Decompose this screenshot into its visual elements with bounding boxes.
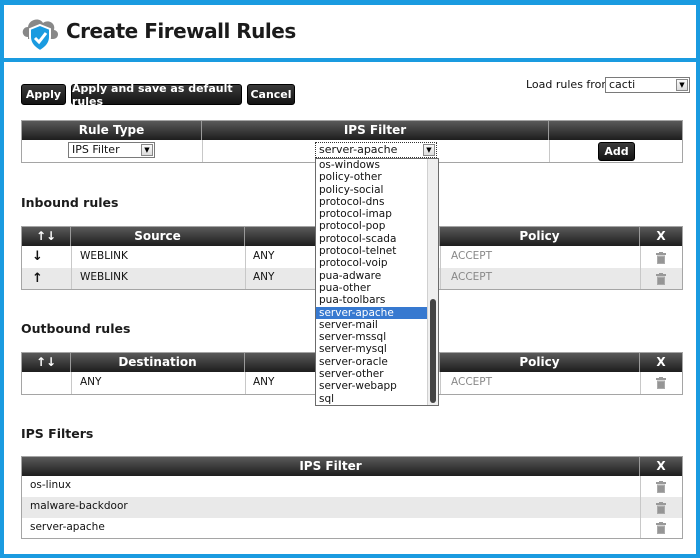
- row-filter: os-linux: [30, 479, 72, 491]
- apply-default-button[interactable]: Apply and save as default rules: [71, 82, 242, 108]
- rule-type-value: IPS Filter: [72, 143, 120, 156]
- ips-filter-dropdown-list[interactable]: os-windows policy-other policy-social proto…: [315, 158, 439, 406]
- ips-filters-header: IPS Filter X: [22, 457, 682, 476]
- row-filter: malware-backdoor: [30, 500, 128, 512]
- col-delete: X: [656, 229, 666, 243]
- row-source: WEBLINK: [80, 271, 128, 283]
- row-source: ANY: [253, 376, 275, 388]
- row-destination: ANY: [253, 271, 275, 283]
- trash-icon[interactable]: [656, 522, 666, 534]
- dropdown-options: os-windows policy-other policy-social proto…: [316, 159, 438, 405]
- dropdown-option[interactable]: protocol-pop: [316, 220, 438, 232]
- row-destination: ANY: [80, 376, 102, 388]
- dropdown-option[interactable]: server-mssql: [316, 331, 438, 343]
- col-ips-filter: IPS Filter: [22, 457, 640, 476]
- col-rule-type: Rule Type: [22, 121, 202, 140]
- trash-icon[interactable]: [656, 502, 666, 514]
- chevron-down-icon: ▼: [141, 144, 153, 156]
- dropdown-option[interactable]: pua-toolbars: [316, 294, 438, 306]
- row-source: WEBLINK: [80, 250, 128, 262]
- chevron-down-icon: ▼: [676, 79, 688, 91]
- chevron-down-icon: ▼: [423, 144, 435, 156]
- col-ips-filter: IPS Filter: [202, 121, 549, 140]
- dropdown-option[interactable]: sql: [316, 393, 438, 405]
- move-arrows-icon: ↑↓: [22, 227, 71, 246]
- dropdown-option[interactable]: protocol-imap: [316, 208, 438, 220]
- ips-filters-title: IPS Filters: [21, 426, 94, 441]
- rule-builder-header: Rule Type IPS Filter: [22, 121, 682, 140]
- col-delete: X: [656, 459, 666, 473]
- dropdown-option[interactable]: server-other: [316, 368, 438, 380]
- page-title: Create Firewall Rules: [66, 19, 296, 43]
- trash-icon[interactable]: [656, 377, 666, 389]
- table-row[interactable]: os-linux: [22, 476, 682, 497]
- load-rules-label: Load rules from:: [526, 78, 616, 91]
- cancel-button[interactable]: Cancel: [247, 84, 295, 105]
- dropdown-option[interactable]: protocol-dns: [316, 196, 438, 208]
- add-button[interactable]: Add: [598, 142, 635, 161]
- col-destination: Destination: [71, 353, 245, 372]
- load-rules-select[interactable]: cacti ▼: [605, 77, 690, 93]
- dropdown-option[interactable]: protocol-telnet: [316, 245, 438, 257]
- rule-type-select[interactable]: IPS Filter ▼: [68, 142, 155, 158]
- apply-button[interactable]: Apply: [21, 84, 66, 105]
- row-destination: ANY: [253, 250, 275, 262]
- row-policy: ACCEPT: [451, 271, 493, 283]
- table-row[interactable]: server-apache: [22, 518, 682, 539]
- col-policy: Policy: [440, 353, 640, 372]
- row-policy: ACCEPT: [451, 376, 493, 388]
- trash-icon[interactable]: [656, 252, 666, 264]
- dropdown-option[interactable]: server-apache: [316, 306, 438, 319]
- table-row[interactable]: malware-backdoor: [22, 497, 682, 518]
- col-policy: Policy: [440, 227, 640, 246]
- move-up-icon[interactable]: ↑: [32, 268, 43, 289]
- col-source: Source: [71, 227, 245, 246]
- load-rules-value: cacti: [609, 78, 636, 91]
- trash-icon[interactable]: [656, 273, 666, 285]
- cloud-shield-logo-icon: [22, 19, 59, 53]
- dropdown-option[interactable]: os-windows: [316, 159, 438, 171]
- row-filter: server-apache: [30, 521, 105, 533]
- ips-filter-value: server-apache: [319, 143, 398, 156]
- dropdown-scroll-thumb[interactable]: [430, 299, 436, 403]
- move-down-icon[interactable]: ↓: [32, 247, 43, 268]
- outbound-title: Outbound rules: [21, 321, 131, 336]
- dropdown-scrollbar[interactable]: [427, 159, 438, 405]
- inbound-title: Inbound rules: [21, 195, 119, 210]
- dropdown-option[interactable]: server-mail: [316, 319, 438, 331]
- col-action: [549, 121, 682, 140]
- trash-icon[interactable]: [656, 481, 666, 493]
- dropdown-option[interactable]: policy-other: [316, 171, 438, 183]
- dropdown-option[interactable]: server-oracle: [316, 356, 438, 368]
- dropdown-option[interactable]: protocol-voip: [316, 257, 438, 269]
- dropdown-option[interactable]: server-mysql: [316, 343, 438, 355]
- app-header: Create Firewall Rules: [4, 5, 696, 62]
- col-delete: X: [656, 355, 666, 369]
- dropdown-option[interactable]: protocol-scada: [316, 233, 438, 245]
- dropdown-option[interactable]: pua-adware: [316, 270, 438, 282]
- move-arrows-icon: ↑↓: [22, 353, 71, 372]
- dropdown-option[interactable]: server-webapp: [316, 380, 438, 392]
- ips-filter-select[interactable]: server-apache ▼: [315, 142, 437, 158]
- dropdown-option[interactable]: pua-other: [316, 282, 438, 294]
- row-policy: ACCEPT: [451, 250, 493, 262]
- dropdown-option[interactable]: policy-social: [316, 184, 438, 196]
